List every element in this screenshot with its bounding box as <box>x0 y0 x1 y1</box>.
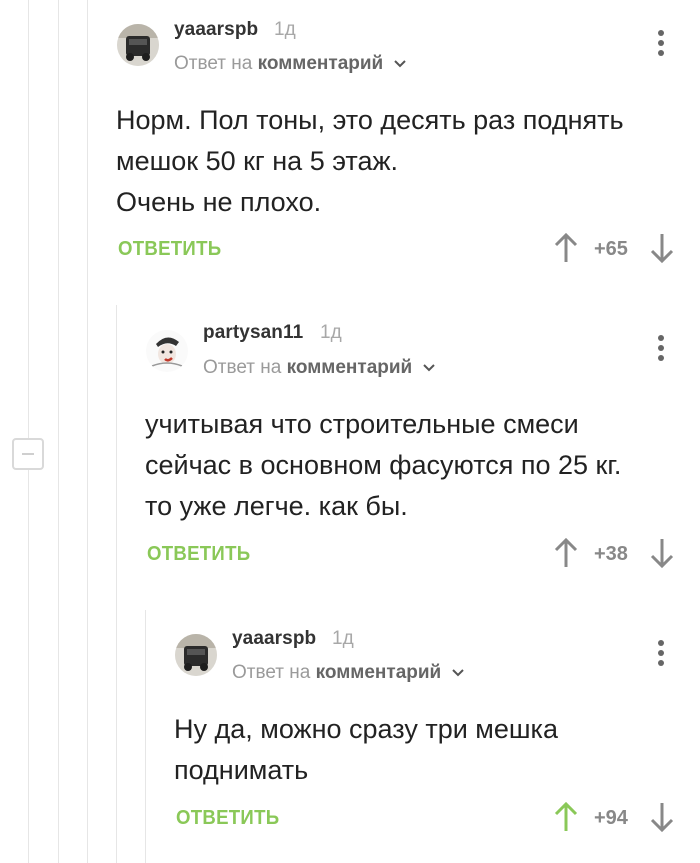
more-options-icon[interactable] <box>655 640 667 668</box>
comment: partysan11 1д Ответ на комментарий учиты… <box>0 300 700 610</box>
reply-button[interactable]: ОТВЕТИТЬ <box>147 543 250 566</box>
vote-score: +94 <box>594 807 628 829</box>
reply-to-prefix: Ответ на <box>174 53 253 74</box>
vote-score: +38 <box>594 543 628 565</box>
downvote-arrow-icon[interactable] <box>650 801 674 833</box>
upvote-arrow-icon[interactable] <box>554 801 578 833</box>
more-options-icon[interactable] <box>655 335 667 363</box>
upvote-arrow-icon[interactable] <box>554 537 578 569</box>
vote-score: +65 <box>594 238 628 260</box>
avatar[interactable] <box>175 634 217 676</box>
reply-to-target: комментарий <box>286 357 413 378</box>
avatar[interactable] <box>117 24 159 66</box>
reply-to-link[interactable]: Ответ на комментарий <box>232 662 465 684</box>
comment-text: Норм. Пол тоны, это десять раз поднять м… <box>116 105 624 217</box>
reply-to-prefix: Ответ на <box>203 357 282 378</box>
username[interactable]: partysan11 <box>203 322 303 344</box>
comment-time: 1д <box>320 322 342 343</box>
comment-time: 1д <box>332 628 354 649</box>
comment-text: учитывая что строительные смеси сейчас в… <box>145 409 622 521</box>
downvote-arrow-icon[interactable] <box>650 232 674 264</box>
comment: yaaarspb 1д Ответ на комментарий Норм. П… <box>0 0 700 300</box>
reply-button[interactable]: ОТВЕТИТЬ <box>118 238 221 261</box>
reply-to-target: комментарий <box>315 662 442 683</box>
reply-to-link[interactable]: Ответ на комментарий <box>174 53 407 75</box>
comment-time: 1д <box>274 19 296 40</box>
chevron-down-icon <box>451 669 464 677</box>
reply-button[interactable]: ОТВЕТИТЬ <box>176 807 279 830</box>
avatar[interactable] <box>146 330 188 372</box>
username[interactable]: yaaarspb <box>232 628 316 650</box>
comment-text: Ну да, можно сразу три мешка поднимать <box>174 714 558 785</box>
reply-to-target: комментарий <box>257 53 384 74</box>
more-options-icon[interactable] <box>655 30 667 58</box>
reply-to-link[interactable]: Ответ на комментарий <box>203 357 436 379</box>
chevron-down-icon <box>422 364 435 372</box>
comment: yaaarspb 1д Ответ на комментарий Ну да, … <box>0 610 700 863</box>
upvote-arrow-icon[interactable] <box>554 232 578 264</box>
chevron-down-icon <box>393 60 406 68</box>
downvote-arrow-icon[interactable] <box>650 537 674 569</box>
reply-to-prefix: Ответ на <box>232 662 311 683</box>
username[interactable]: yaaarspb <box>174 19 258 41</box>
